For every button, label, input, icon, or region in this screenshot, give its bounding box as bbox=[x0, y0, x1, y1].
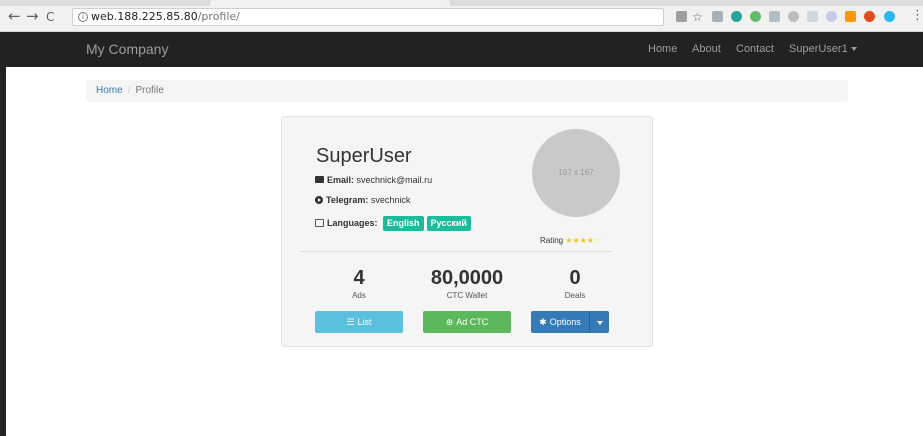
stat-wallet-value: 80,0000 bbox=[430, 267, 504, 289]
breadcrumb-separator: / bbox=[127, 85, 131, 96]
left-edge bbox=[0, 32, 6, 436]
extension-icon[interactable] bbox=[712, 11, 723, 22]
extension-icon[interactable] bbox=[807, 11, 818, 22]
add-ctc-button[interactable]: ⊕ Ad CTC bbox=[423, 311, 511, 333]
extension-icon[interactable] bbox=[769, 11, 780, 22]
forward-arrow-icon[interactable]: → bbox=[26, 9, 39, 24]
caret-down-icon bbox=[596, 320, 603, 325]
nav-about-link[interactable]: About bbox=[692, 43, 721, 55]
nav-contact-link[interactable]: Contact bbox=[736, 43, 774, 55]
language-icon bbox=[315, 218, 324, 227]
languages-row: Languages: English Русский bbox=[315, 216, 471, 231]
url-host: web.188.225.85.80 bbox=[91, 10, 198, 23]
reload-icon[interactable]: C bbox=[46, 10, 54, 24]
extension-icon[interactable] bbox=[788, 11, 799, 22]
email-value: svechnick@mail.ru bbox=[356, 175, 433, 185]
info-icon[interactable]: i bbox=[78, 12, 88, 22]
telegram-value: svechnick bbox=[370, 195, 411, 205]
browser-toolbar: ← → C i web.188.225.85.80/profile/ ☆ ⋮ bbox=[0, 0, 923, 32]
extension-icon[interactable] bbox=[864, 11, 875, 22]
options-button-label: Options bbox=[549, 317, 581, 327]
options-button[interactable]: ✱ Options bbox=[531, 311, 589, 333]
breadcrumb-current: Profile bbox=[135, 85, 164, 96]
url-path: /profile/ bbox=[197, 10, 240, 23]
stat-deals-value: 0 bbox=[569, 267, 581, 289]
rating-stars: ★★★★☆ bbox=[565, 236, 601, 245]
caret-down-icon bbox=[850, 47, 857, 52]
languages-label: Languages: bbox=[327, 218, 378, 228]
user-dropdown[interactable]: SuperUser1 bbox=[789, 43, 857, 55]
options-dropdown-toggle[interactable] bbox=[589, 311, 609, 333]
plus-circle-icon: ⊕ bbox=[445, 317, 454, 327]
star-filled-icon: ★ bbox=[579, 236, 587, 245]
address-bar[interactable]: i web.188.225.85.80/profile/ bbox=[72, 8, 664, 26]
list-button[interactable]: ☰ List bbox=[315, 311, 403, 333]
telegram-icon bbox=[315, 195, 323, 204]
add-ctc-button-label: Ad CTC bbox=[456, 317, 489, 327]
extension-icon[interactable] bbox=[731, 11, 742, 22]
language-badge-english: English bbox=[383, 216, 424, 231]
site-navbar: My Company Home About Contact SuperUser1 bbox=[6, 32, 923, 67]
rating-label: Rating bbox=[540, 236, 564, 245]
language-badge-russian: Русский bbox=[426, 216, 471, 231]
stat-ads: 4 Ads bbox=[299, 267, 419, 300]
email-row: Email: svechnick@mail.ru bbox=[315, 175, 432, 185]
avatar-placeholder: 167 x 167 bbox=[532, 129, 620, 217]
telegram-row: Telegram: svechnick bbox=[315, 195, 410, 205]
gear-icon: ✱ bbox=[539, 317, 547, 327]
back-arrow-icon[interactable]: ← bbox=[8, 9, 21, 24]
extension-icon[interactable] bbox=[845, 11, 856, 22]
browser-menu-icon[interactable]: ⋮ bbox=[911, 9, 923, 23]
stat-wallet: 80,0000 CTC Wallet bbox=[407, 267, 527, 300]
telegram-label: Telegram: bbox=[326, 195, 369, 205]
user-name: SuperUser1 bbox=[789, 43, 848, 55]
envelope-icon bbox=[315, 176, 324, 184]
star-filled-icon: ★ bbox=[572, 236, 580, 245]
breadcrumb-home-link[interactable]: Home bbox=[96, 85, 123, 96]
star-filled-icon: ★ bbox=[565, 236, 573, 245]
stat-ads-label: Ads bbox=[352, 291, 366, 300]
profile-card: SuperUser Email: svechnick@mail.ru Teleg… bbox=[281, 116, 653, 347]
stat-deals: 0 Deals bbox=[515, 267, 635, 300]
stat-ads-value: 4 bbox=[353, 267, 365, 289]
star-empty-icon: ☆ bbox=[594, 236, 602, 245]
tab-strip bbox=[0, 0, 923, 6]
extension-icon[interactable] bbox=[884, 11, 895, 22]
extension-icon[interactable] bbox=[750, 11, 761, 22]
stat-deals-label: Deals bbox=[564, 291, 586, 300]
star-filled-icon: ★ bbox=[586, 236, 595, 245]
browser-tab[interactable] bbox=[210, 0, 450, 6]
nav-home-link[interactable]: Home bbox=[648, 43, 677, 55]
list-button-label: List bbox=[357, 317, 372, 327]
brand-link[interactable]: My Company bbox=[86, 41, 168, 57]
stat-wallet-label: CTC Wallet bbox=[446, 291, 488, 300]
email-label: Email: bbox=[327, 175, 355, 185]
extension-icon[interactable] bbox=[826, 11, 837, 22]
divider bbox=[300, 251, 612, 252]
bookmark-star-icon[interactable]: ☆ bbox=[692, 10, 703, 24]
breadcrumb: Home / Profile bbox=[86, 80, 848, 102]
profile-username: SuperUser bbox=[316, 145, 412, 167]
list-icon: ☰ bbox=[346, 317, 355, 327]
rating: Rating ★★★★☆ bbox=[540, 236, 601, 245]
translate-icon[interactable] bbox=[676, 11, 687, 22]
